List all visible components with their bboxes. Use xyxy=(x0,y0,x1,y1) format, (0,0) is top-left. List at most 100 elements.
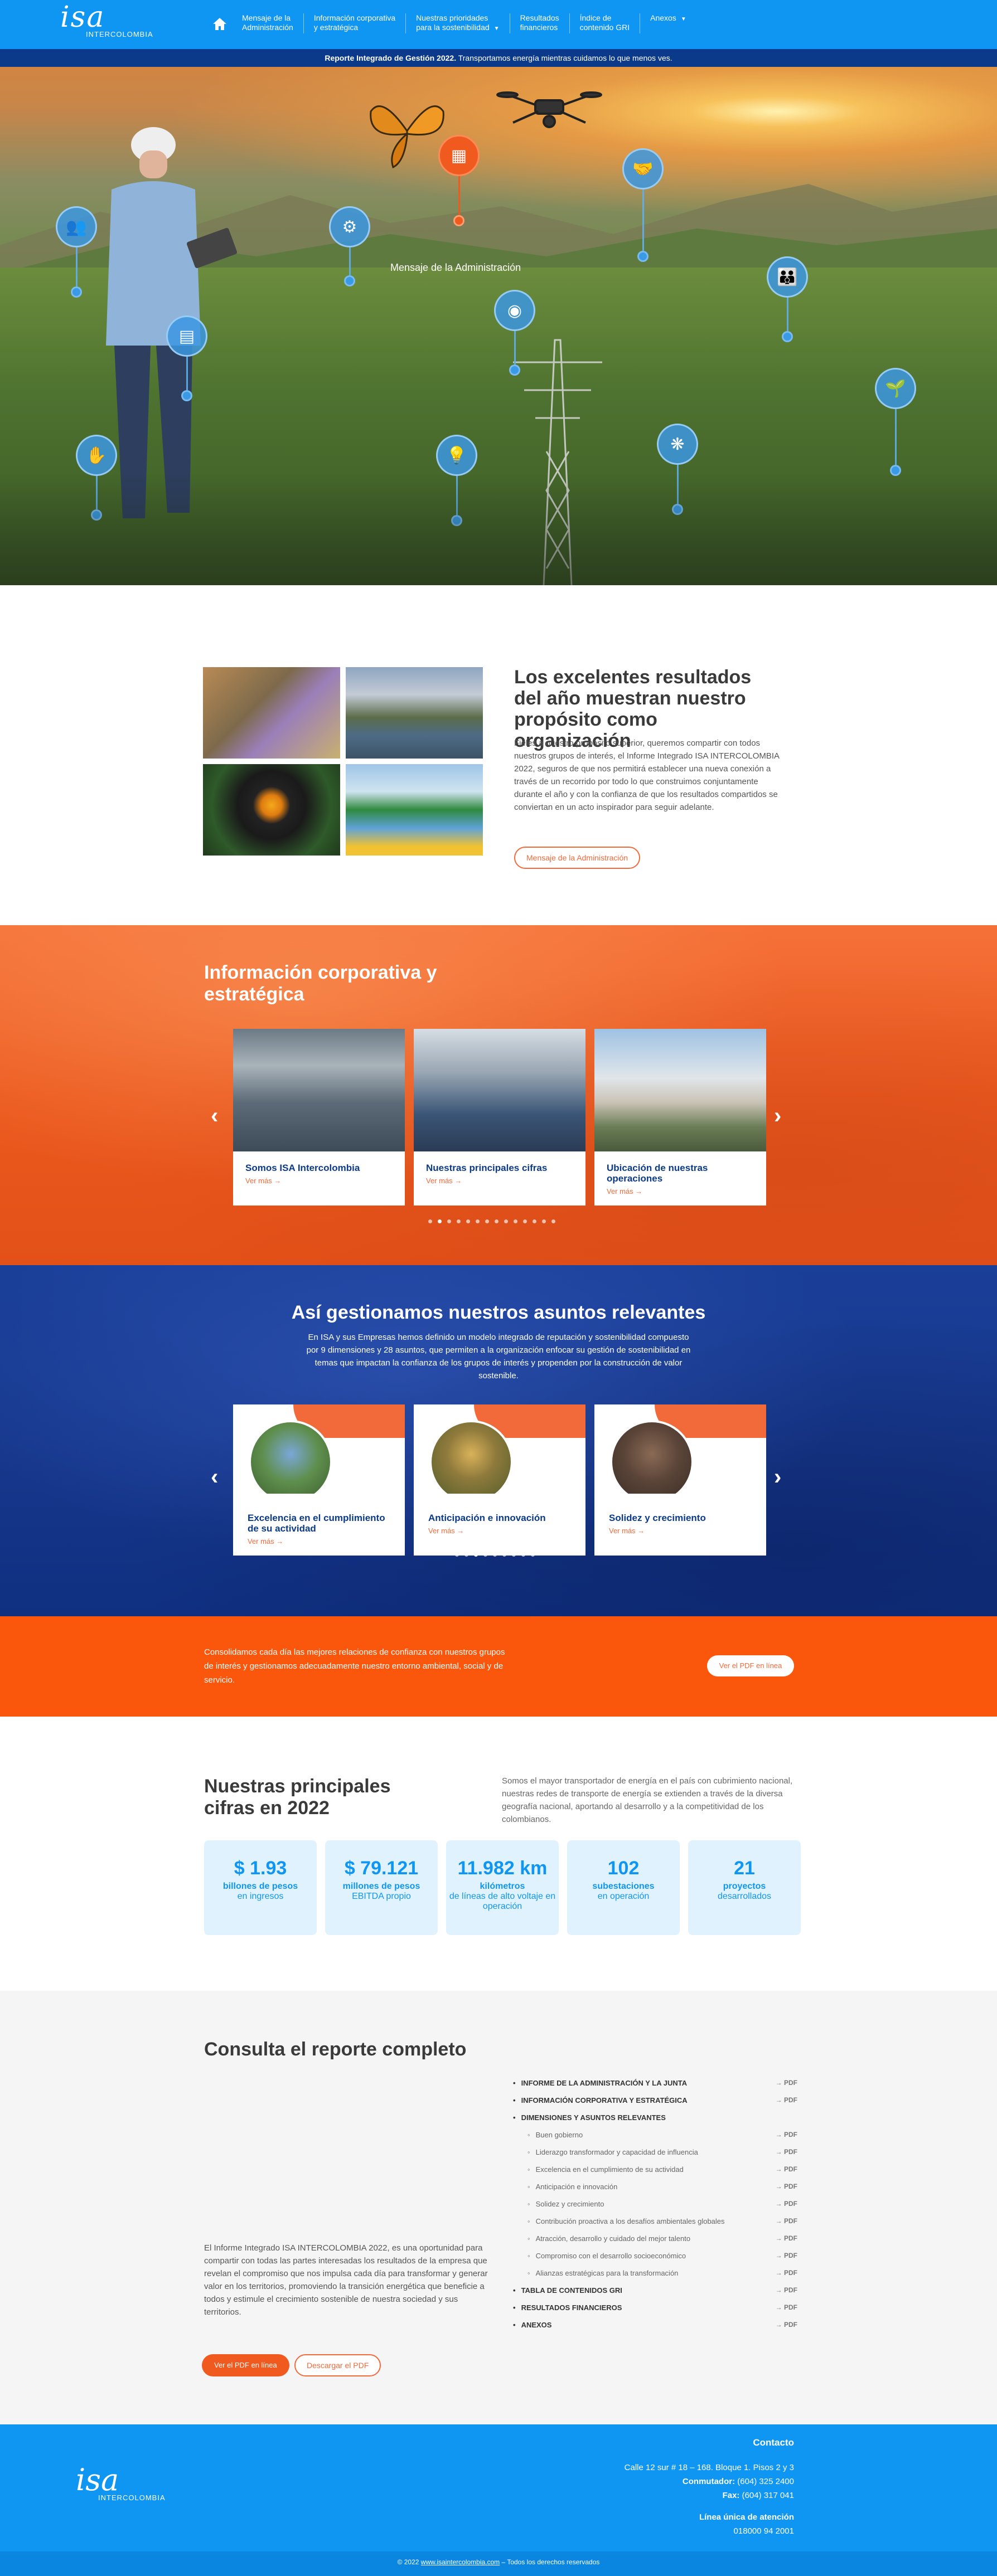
ver-mas-link[interactable]: Ver más → xyxy=(609,1527,752,1535)
mensaje-button[interactable]: Mensaje de la Administración xyxy=(514,847,641,869)
card-ubicacion[interactable]: Ubicación de nuestras operaciones Ver más… xyxy=(594,1029,766,1206)
stat-label: kilómetros xyxy=(480,1882,525,1891)
ver-mas-link[interactable]: Ver más → xyxy=(428,1527,571,1535)
pdf-link[interactable]: → PDF xyxy=(776,2195,797,2213)
toc-item[interactable]: Liderazgo transformador y capacidad de i… xyxy=(513,2144,797,2161)
toc-item[interactable]: Alianzas estratégicas para la transforma… xyxy=(513,2264,797,2282)
hero-pin-handshake[interactable]: 🤝 xyxy=(622,148,664,262)
pdf-link[interactable]: → PDF xyxy=(776,2074,797,2092)
carousel-dot[interactable] xyxy=(455,1553,459,1557)
carousel-dot[interactable] xyxy=(466,1219,470,1223)
toc-item[interactable]: Excelencia en el cumplimiento de su acti… xyxy=(513,2161,797,2178)
carousel-prev-button[interactable]: ‹ xyxy=(211,1466,218,1488)
pdf-link[interactable]: → PDF xyxy=(776,2178,797,2195)
ver-mas-link[interactable]: Ver más → xyxy=(245,1177,393,1185)
pdf-link[interactable]: → PDF xyxy=(776,2161,797,2178)
carousel-dot[interactable] xyxy=(464,1553,468,1557)
carousel-dot[interactable] xyxy=(521,1553,525,1557)
carousel-dot[interactable] xyxy=(533,1219,536,1223)
carousel-dot[interactable] xyxy=(502,1553,506,1557)
pdf-link[interactable]: → PDF xyxy=(776,2230,797,2247)
card-solidez[interactable]: Solidez y crecimiento Ver más → xyxy=(594,1404,766,1556)
nav-item-mensaje[interactable]: Mensaje de la Administración xyxy=(233,13,303,33)
nav-item-prioridades[interactable]: Nuestras prioridades para la sostenibilid… xyxy=(405,13,509,33)
ribbon-text: Transportamos energía mientras cuidamos … xyxy=(456,54,672,62)
toc-item[interactable]: INFORMACIÓN CORPORATIVA Y ESTRATÉGICA → P… xyxy=(513,2092,797,2109)
pdf-link[interactable]: → PDF xyxy=(776,2144,797,2161)
carousel-dot[interactable] xyxy=(485,1219,489,1223)
nav-item-resultados[interactable]: Resultados financieros xyxy=(509,13,569,33)
hero-pin-globe-people[interactable]: ◉ xyxy=(494,290,535,376)
toc-item[interactable]: Atracción, desarrollo y cuidado del mejo… xyxy=(513,2230,797,2247)
toc-item[interactable]: Buen gobierno → PDF xyxy=(513,2126,797,2144)
pdf-link[interactable]: → PDF xyxy=(776,2213,797,2230)
pdf-link[interactable]: → PDF xyxy=(776,2282,797,2299)
carousel-dot[interactable] xyxy=(447,1219,451,1223)
carousel-dot[interactable] xyxy=(483,1553,487,1557)
toc-item[interactable]: INFORME DE LA ADMINISTRACIÓN Y LA JUNTA →… xyxy=(513,2074,797,2092)
isa-logo[interactable]: isa INTERCOLOMBIA xyxy=(60,3,153,38)
footer-logo[interactable]: isa INTERCOLOMBIA xyxy=(76,2465,166,2502)
carousel-dot[interactable] xyxy=(531,1553,535,1557)
card-principales-cifras[interactable]: Nuestras principales cifras Ver más → xyxy=(414,1029,585,1206)
toc-item[interactable]: TABLA DE CONTENIDOS GRI → PDF xyxy=(513,2282,797,2299)
ver-mas-link[interactable]: Ver más → xyxy=(607,1187,754,1195)
toc-item[interactable]: Compromiso con el desarrollo socioeconóm… xyxy=(513,2247,797,2264)
hero-pin-report[interactable]: ▦ xyxy=(438,135,480,226)
toc-item[interactable]: ANEXOS → PDF xyxy=(513,2316,797,2334)
card-somos-isa[interactable]: Somos ISA Intercolombia Ver más → xyxy=(233,1029,405,1206)
carousel-prev-button[interactable]: ‹ xyxy=(211,1105,218,1127)
home-icon[interactable] xyxy=(212,17,228,31)
toc-item-label: Anticipación e innovación xyxy=(513,2178,618,2195)
card-title: Anticipación e innovación xyxy=(428,1513,546,1523)
pdf-link[interactable]: → PDF xyxy=(776,2092,797,2109)
pdf-link[interactable]: → PDF xyxy=(776,2264,797,2282)
carousel-dot[interactable] xyxy=(512,1553,516,1557)
toc-item[interactable]: Contribución proactiva a los desafíos am… xyxy=(513,2213,797,2230)
toc-item[interactable]: DIMENSIONES Y ASUNTOS RELEVANTES xyxy=(513,2109,797,2126)
carousel-dot[interactable] xyxy=(551,1219,555,1223)
toc-item-label: DIMENSIONES Y ASUNTOS RELEVANTES xyxy=(513,2109,666,2126)
download-pdf-button[interactable]: Descargar el PDF xyxy=(294,2354,381,2376)
ver-pdf-online-button[interactable]: Ver el PDF en línea xyxy=(202,2354,289,2376)
carousel-dot[interactable] xyxy=(514,1219,517,1223)
carousel-dot[interactable] xyxy=(474,1553,478,1557)
carousel-dot[interactable] xyxy=(495,1219,498,1223)
pdf-link[interactable]: → PDF xyxy=(776,2126,797,2144)
card-anticipacion[interactable]: Anticipación e innovación Ver más → xyxy=(414,1404,585,1556)
drone-illustration xyxy=(496,91,602,128)
hero-pin-people[interactable]: 👥 xyxy=(56,206,97,298)
ver-pdf-online-button[interactable]: Ver el PDF en línea xyxy=(707,1655,794,1676)
main-menu: Mensaje de la Administración Información … xyxy=(233,13,696,33)
photo-reservoir xyxy=(346,667,483,759)
carousel-dot[interactable] xyxy=(438,1219,442,1223)
toc-item[interactable]: Anticipación e innovación → PDF xyxy=(513,2178,797,2195)
hero-pin-family[interactable]: 👪 xyxy=(767,256,808,342)
carousel-dot[interactable] xyxy=(504,1219,508,1223)
toc-item[interactable]: Solidez y crecimiento → PDF xyxy=(513,2195,797,2213)
toc-item[interactable]: RESULTADOS FINANCIEROS → PDF xyxy=(513,2299,797,2316)
carousel-dot[interactable] xyxy=(542,1219,546,1223)
ver-mas-link[interactable]: Ver más → xyxy=(248,1537,390,1545)
pdf-link[interactable]: → PDF xyxy=(776,2316,797,2334)
carousel-dot[interactable] xyxy=(457,1219,461,1223)
card-excelencia[interactable]: Excelencia en el cumplimiento de su acti… xyxy=(233,1404,405,1556)
hero-pin-briefcase[interactable]: ▤ xyxy=(166,315,207,401)
photo-toucan xyxy=(203,764,340,856)
ver-mas-link[interactable]: Ver más → xyxy=(426,1177,573,1185)
nav-item-informacion[interactable]: Información corporativa y estratégica xyxy=(303,13,405,33)
chevron-down-icon: ▼ xyxy=(680,16,686,22)
carousel-next-button[interactable]: › xyxy=(774,1466,781,1488)
carousel-dot[interactable] xyxy=(476,1219,480,1223)
nav-item-gri[interactable]: Índice de contenido GRI xyxy=(569,13,640,33)
nav-item-anexos[interactable]: Anexos ▼ xyxy=(640,13,696,33)
website-link[interactable]: www.isaintercolombia.com xyxy=(421,2558,500,2566)
hero-pin-plant-hand[interactable]: 🌱 xyxy=(875,368,916,476)
carousel-dot[interactable] xyxy=(493,1553,497,1557)
pdf-link[interactable]: → PDF xyxy=(776,2299,797,2316)
hero-pin-gear-check[interactable]: ⚙ xyxy=(329,206,370,286)
carousel-next-button[interactable]: › xyxy=(774,1105,781,1127)
carousel-dot[interactable] xyxy=(428,1219,432,1223)
carousel-dot[interactable] xyxy=(523,1219,527,1223)
pdf-link[interactable]: → PDF xyxy=(776,2247,797,2264)
